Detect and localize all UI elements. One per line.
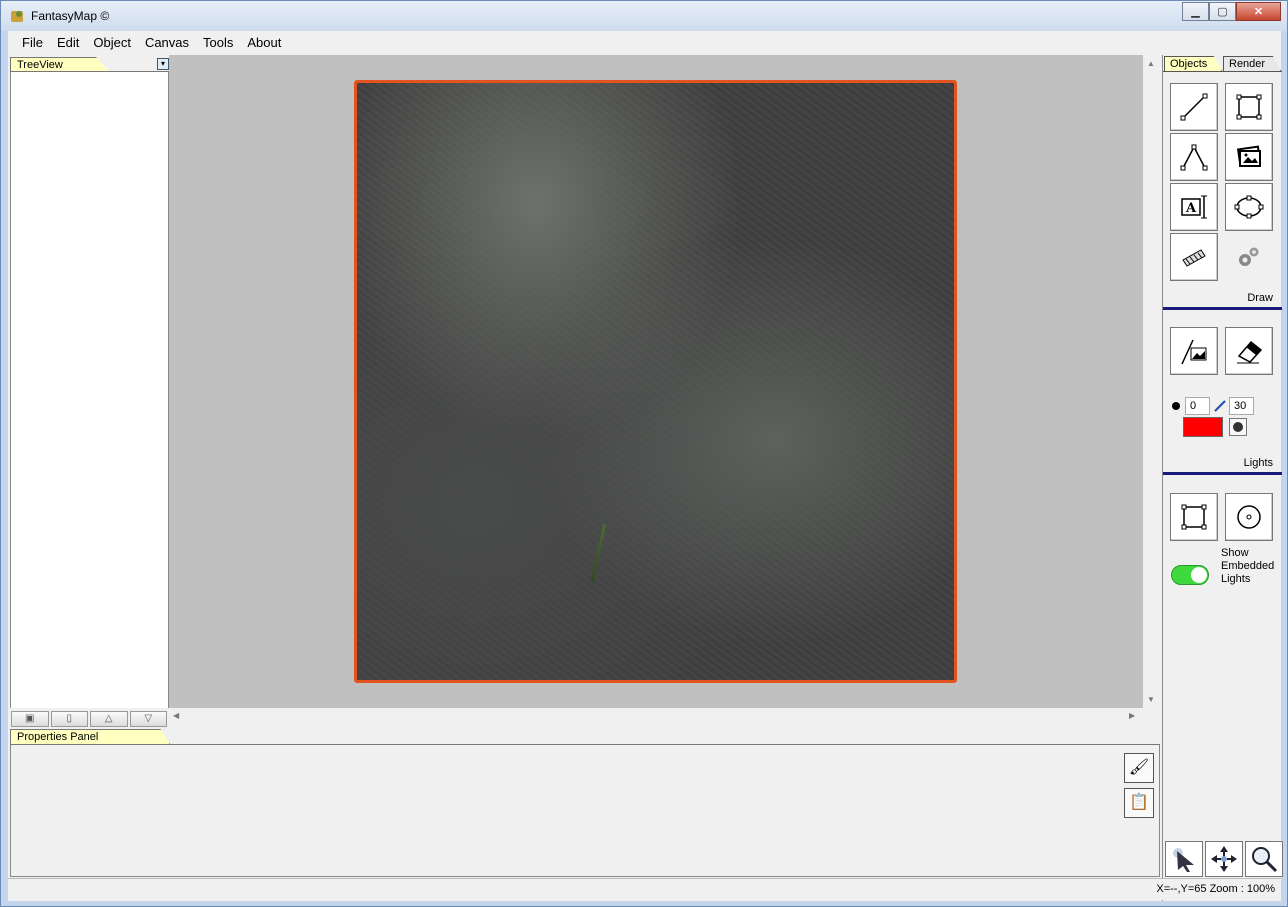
insert-image-button[interactable] <box>1225 133 1273 181</box>
map-texture-image[interactable] <box>354 80 957 683</box>
brush-size-input[interactable]: 0 <box>1185 397 1210 415</box>
client-area: TreeView ▾ ▣ ▯ △ ▽ ▲ ▼ ◀ ▶ Properties Pa… <box>8 55 1283 901</box>
brush-color-swatch[interactable] <box>1183 417 1223 437</box>
app-window: FantasyMap © ▁ ▢ ✕ File Edit Object Canv… <box>0 0 1288 907</box>
move-up-icon[interactable]: △ <box>90 711 128 727</box>
tab-treeview[interactable]: TreeView <box>10 57 110 72</box>
add-layer-icon[interactable]: ▣ <box>11 711 49 727</box>
status-bar: X=--,Y=65 Zoom : 100% <box>8 878 1281 900</box>
menu-canvas[interactable]: Canvas <box>138 33 196 53</box>
eraser-button[interactable] <box>1225 327 1273 375</box>
close-button[interactable]: ✕ <box>1236 2 1281 21</box>
section-label-lights: Lights <box>1243 457 1273 469</box>
svg-text:A: A <box>1185 201 1197 216</box>
rectangle-icon <box>1236 94 1262 120</box>
zoom-tool-button[interactable] <box>1245 841 1283 877</box>
brush-icon <box>1214 400 1226 412</box>
light-area-button[interactable] <box>1170 493 1218 541</box>
menu-about[interactable]: About <box>240 33 288 53</box>
image-icon <box>1236 145 1262 167</box>
brush-spread-input[interactable]: 30 <box>1229 397 1254 415</box>
line-icon <box>1180 93 1208 121</box>
scroll-left-icon[interactable]: ◀ <box>173 711 179 720</box>
pan-tool-button[interactable] <box>1205 841 1243 877</box>
brush-size-icon <box>1172 402 1180 410</box>
section-separator <box>1163 307 1282 310</box>
delete-layer-icon[interactable]: ▯ <box>50 711 88 727</box>
title-bar: FantasyMap © ▁ ▢ ✕ <box>1 1 1287 31</box>
move-icon <box>1211 846 1237 872</box>
light-point-button[interactable] <box>1225 493 1273 541</box>
tools-panel: Objects Render A Draw 0 30 Lights Show E… <box>1162 55 1283 901</box>
menu-bar: File Edit Object Canvas Tools About <box>8 31 1281 55</box>
polyline-icon <box>1180 144 1208 171</box>
move-down-icon[interactable]: ▽ <box>129 711 167 727</box>
menu-object[interactable]: Object <box>86 33 138 53</box>
brush-image-icon <box>1181 339 1207 365</box>
cursor-zoom-status: X=--,Y=65 Zoom : 100% <box>1156 883 1275 895</box>
pin-icon[interactable]: ▾ <box>157 58 169 70</box>
gears-icon <box>1239 247 1259 266</box>
menu-edit[interactable]: Edit <box>50 33 86 53</box>
light-rect-icon <box>1181 504 1207 530</box>
insert-text-button[interactable]: A <box>1170 183 1218 231</box>
toggle-knob <box>1191 567 1207 583</box>
color-picker-button[interactable] <box>1229 418 1247 436</box>
magnifier-icon <box>1252 847 1278 873</box>
circle-icon <box>1233 422 1243 432</box>
draw-line-button[interactable] <box>1170 83 1218 131</box>
section-label-draw: Draw <box>1247 292 1273 304</box>
horizontal-scrollbar[interactable]: ◀ ▶ <box>169 708 1143 725</box>
eraser-icon <box>1237 340 1263 364</box>
paint-image-button[interactable] <box>1170 327 1218 375</box>
draw-rectangle-button[interactable] <box>1225 83 1273 131</box>
menu-file[interactable]: File <box>15 33 50 53</box>
paste-button[interactable]: 📋 <box>1124 788 1154 818</box>
tab-properties-panel[interactable]: Properties Panel <box>10 729 170 744</box>
map-canvas[interactable] <box>169 55 1143 708</box>
scroll-up-icon[interactable]: ▲ <box>1147 59 1155 68</box>
treeview-toolbar: ▣ ▯ △ ▽ <box>11 711 167 727</box>
maximize-button[interactable]: ▢ <box>1209 2 1236 21</box>
draw-ellipse-button[interactable] <box>1225 183 1273 231</box>
light-point-icon <box>1237 505 1261 529</box>
select-tool-button[interactable] <box>1165 841 1203 877</box>
window-title: FantasyMap © <box>31 9 110 23</box>
draw-texture-button[interactable] <box>1170 233 1218 281</box>
tab-objects[interactable]: Objects <box>1164 56 1222 71</box>
tab-render[interactable]: Render <box>1223 56 1281 71</box>
settings-button[interactable] <box>1225 233 1273 281</box>
pointer-icon <box>1173 848 1194 872</box>
ellipse-icon <box>1234 195 1264 219</box>
app-icon <box>11 11 23 22</box>
minimize-button[interactable]: ▁ <box>1182 2 1209 21</box>
scroll-right-icon[interactable]: ▶ <box>1129 711 1135 720</box>
treeview-panel[interactable] <box>10 72 169 708</box>
scroll-down-icon[interactable]: ▼ <box>1147 695 1155 704</box>
draw-polyline-button[interactable] <box>1170 133 1218 181</box>
menu-tools[interactable]: Tools <box>196 33 240 53</box>
vertical-scrollbar[interactable]: ▲ ▼ <box>1143 55 1160 708</box>
properties-panel: 🖌 📋 <box>10 745 1160 877</box>
grass-blade <box>590 523 607 583</box>
embedded-lights-toggle[interactable] <box>1171 565 1209 585</box>
brush-clean-button[interactable]: 🖌 <box>1124 753 1154 783</box>
embedded-lights-label: Show Embedded Lights <box>1221 547 1275 585</box>
section-separator <box>1163 472 1282 475</box>
text-icon: A <box>1181 195 1207 219</box>
divider <box>1163 71 1282 72</box>
hatch-icon <box>1182 249 1206 267</box>
